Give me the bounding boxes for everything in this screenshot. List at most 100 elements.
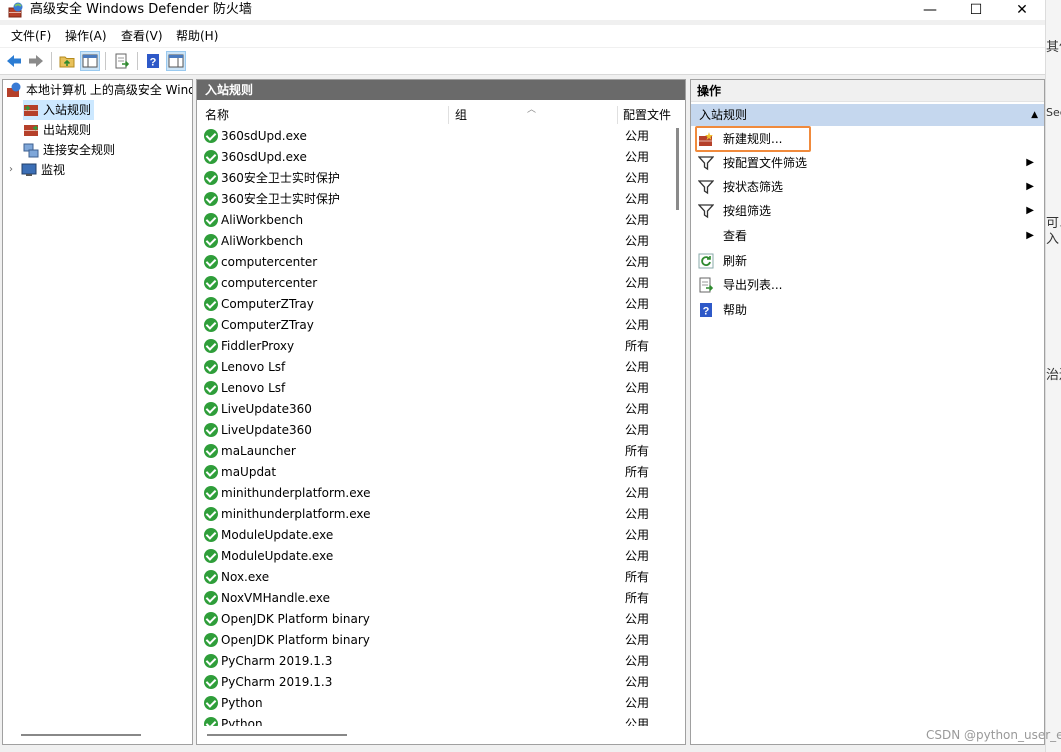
enabled-check-icon — [204, 129, 218, 143]
tree-root[interactable]: 本地计算机 上的高级安全 Windows Defender 防火墙 — [6, 80, 192, 100]
tree-item-monitoring[interactable]: › 监视 — [9, 160, 65, 180]
rule-name: 360sdUpd.exe — [221, 129, 307, 143]
menu-action[interactable]: 操作(A) — [65, 28, 107, 44]
close-button[interactable]: ✕ — [999, 0, 1045, 20]
maximize-button[interactable]: ☐ — [953, 0, 999, 20]
show-hide-action-pane-icon — [168, 54, 184, 68]
action-item[interactable]: 按配置文件筛选 ▶ — [695, 152, 1040, 174]
enabled-check-icon — [204, 234, 218, 248]
column-name[interactable]: 名称 — [205, 104, 445, 126]
enabled-check-icon — [204, 549, 218, 563]
help-button[interactable]: ? — [143, 51, 163, 71]
show-hide-tree-button[interactable] — [80, 51, 100, 71]
table-row[interactable]: 360sdUpd.exe 公用 — [197, 147, 673, 168]
menu-view[interactable]: 查看(V) — [121, 28, 163, 44]
enabled-check-icon — [204, 402, 218, 416]
table-row[interactable]: 360sdUpd.exe 公用 — [197, 126, 673, 147]
table-row[interactable]: computercenter 公用 — [197, 273, 673, 294]
actions-section-header[interactable]: 入站规则 ▲ — [691, 104, 1044, 126]
enabled-check-icon — [204, 465, 218, 479]
watermark: CSDN @python_user_ext — [926, 728, 1061, 742]
collapse-arrow-icon[interactable]: ▲ — [1031, 104, 1038, 126]
show-hide-action-pane-button[interactable] — [166, 51, 186, 71]
action-item[interactable]: 按状态筛选 ▶ — [695, 176, 1040, 198]
submenu-arrow-icon: ▶ — [1026, 230, 1034, 241]
list-horizontal-scrollbar[interactable] — [207, 734, 347, 736]
refresh-icon — [698, 253, 714, 269]
table-row[interactable]: minithunderplatform.exe 公用 — [197, 504, 673, 525]
table-row[interactable]: 360安全卫士实时保护 公用 — [197, 168, 673, 189]
enabled-check-icon — [204, 717, 218, 726]
table-row[interactable]: LiveUpdate360 公用 — [197, 420, 673, 441]
table-row[interactable]: ModuleUpdate.exe 公用 — [197, 546, 673, 567]
rule-name: Python — [221, 696, 263, 710]
title-bar[interactable]: 高级安全 Windows Defender 防火墙 — ☐ ✕ — [0, 0, 1045, 20]
filter-icon — [697, 203, 715, 219]
export-list-button[interactable] — [112, 51, 132, 71]
enabled-check-icon — [204, 570, 218, 584]
table-row[interactable]: Nox.exe 所有 — [197, 567, 673, 588]
table-row[interactable]: computercenter 公用 — [197, 252, 673, 273]
enabled-check-icon — [204, 528, 218, 542]
actions-section-label: 入站规则 — [699, 108, 748, 122]
navigation-tree[interactable]: 本地计算机 上的高级安全 Windows Defender 防火墙 入站规则 出… — [2, 79, 193, 745]
background-text: Sec — [1046, 106, 1061, 119]
action-item[interactable]: ? 帮助 — [695, 299, 1040, 321]
column-profile[interactable]: 配置文件 — [623, 104, 673, 126]
table-row[interactable]: OpenJDK Platform binary 公用 — [197, 609, 673, 630]
background-text: 其仁 — [1046, 40, 1061, 55]
table-row[interactable]: maLauncher 所有 — [197, 441, 673, 462]
tree-item-outbound-rules[interactable]: 出站规则 — [23, 120, 91, 140]
table-row[interactable]: PyCharm 2019.1.3 公用 — [197, 672, 673, 693]
forward-button[interactable] — [26, 51, 46, 71]
action-item[interactable]: 按组筛选 ▶ — [695, 200, 1040, 222]
rule-profile: 公用 — [625, 696, 650, 710]
rule-profile: 公用 — [625, 675, 650, 689]
table-row[interactable]: ComputerZTray 公用 — [197, 315, 673, 336]
table-row[interactable]: FiddlerProxy 所有 — [197, 336, 673, 357]
table-row[interactable]: 360安全卫士实时保护 公用 — [197, 189, 673, 210]
table-row[interactable]: Lenovo Lsf 公用 — [197, 357, 673, 378]
rule-profile: 公用 — [625, 276, 650, 290]
tree-item-inbound-rules[interactable]: 入站规则 — [23, 100, 95, 120]
table-row[interactable]: maUpdat 所有 — [197, 462, 673, 483]
column-divider[interactable] — [617, 106, 618, 124]
menu-file[interactable]: 文件(F) — [11, 28, 51, 44]
table-row[interactable]: NoxVMHandle.exe 所有 — [197, 588, 673, 609]
table-row[interactable]: AliWorkbench 公用 — [197, 231, 673, 252]
scrollbar-thumb[interactable] — [676, 128, 679, 210]
rule-name: AliWorkbench — [221, 234, 304, 248]
minimize-button[interactable]: — — [907, 0, 953, 20]
table-row[interactable]: ComputerZTray 公用 — [197, 294, 673, 315]
table-row[interactable]: ModuleUpdate.exe 公用 — [197, 525, 673, 546]
column-divider[interactable] — [448, 106, 449, 124]
tree-horizontal-scrollbar[interactable] — [21, 734, 141, 736]
table-row[interactable]: OpenJDK Platform binary 公用 — [197, 630, 673, 651]
table-row[interactable]: Python 公用 — [197, 693, 673, 714]
action-item[interactable]: 刷新 — [695, 250, 1040, 272]
rule-profile: 公用 — [625, 717, 650, 726]
table-row[interactable]: Python 公用 — [197, 714, 673, 726]
menu-help[interactable]: 帮助(H) — [176, 28, 218, 44]
action-item[interactable]: 新建规则... — [695, 126, 1040, 152]
action-item[interactable]: 导出列表... — [695, 274, 1040, 296]
table-row[interactable]: Lenovo Lsf 公用 — [197, 378, 673, 399]
svg-text:?: ? — [150, 57, 157, 69]
table-row[interactable]: AliWorkbench 公用 — [197, 210, 673, 231]
enabled-check-icon — [204, 444, 218, 458]
tree-item-connection-security-rules[interactable]: 连接安全规则 — [23, 140, 115, 160]
table-row[interactable]: minithunderplatform.exe 公用 — [197, 483, 673, 504]
list-vertical-scrollbar[interactable] — [673, 104, 685, 726]
back-button[interactable] — [4, 51, 24, 71]
up-button[interactable] — [57, 51, 77, 71]
filter-icon — [697, 179, 715, 195]
rule-name: LiveUpdate360 — [221, 402, 312, 416]
table-row[interactable]: LiveUpdate360 公用 — [197, 399, 673, 420]
rule-name: ComputerZTray — [221, 297, 314, 311]
rule-name: Nox.exe — [221, 570, 270, 584]
action-item[interactable]: 查看 ▶ — [695, 225, 1040, 247]
enabled-check-icon — [204, 255, 218, 269]
expand-chevron-icon[interactable]: › — [9, 160, 21, 180]
table-row[interactable]: PyCharm 2019.1.3 公用 — [197, 651, 673, 672]
rule-name: 360安全卫士实时保护 — [221, 192, 340, 206]
